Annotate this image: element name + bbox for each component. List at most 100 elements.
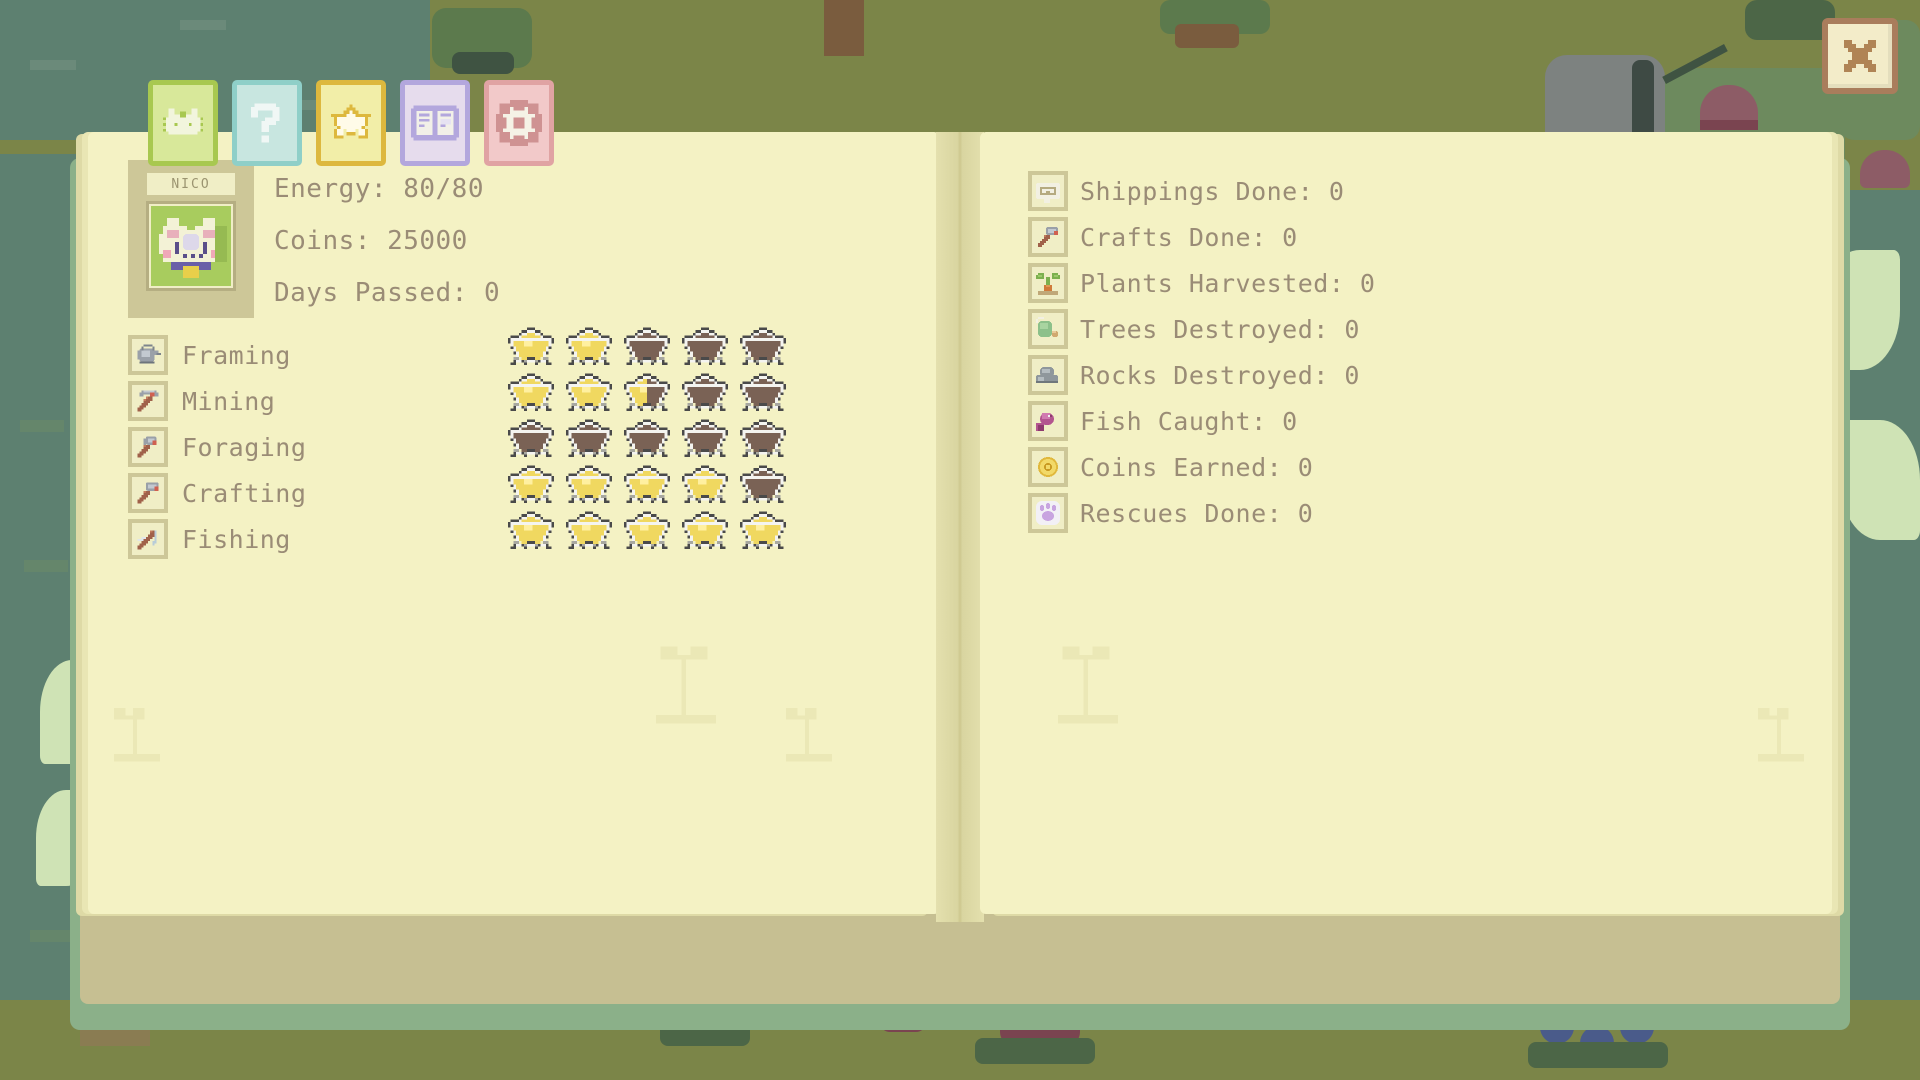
skill-row-framing[interactable]: Framing: [128, 332, 306, 378]
fish-icon: [1036, 413, 1054, 431]
bunny-avatar-icon: [151, 206, 231, 286]
skill-label-foraging: Foraging: [182, 432, 307, 462]
tree-trunk-top: [824, 0, 864, 56]
record-label-rescues-done: Rescues Done: 0: [1080, 498, 1314, 528]
skill-row-fishing[interactable]: Fishing: [128, 516, 306, 562]
sprout-decoration-right-2: [1758, 708, 1804, 762]
star-1: [508, 419, 554, 463]
record-label-coins-earned: Coins Earned: 0: [1080, 452, 1314, 482]
book-left-page: NICO Energy: 80/80 Coins: 25000 Days Pas…: [88, 132, 940, 914]
star-rating-glyph: [740, 511, 786, 550]
bush-bottom-3: [1528, 1042, 1668, 1068]
star-3: [624, 465, 670, 509]
skill-row-mining[interactable]: Mining: [128, 378, 306, 424]
star-rating-glyph: [508, 419, 554, 458]
star-3: [624, 373, 670, 417]
star-rating-glyph: [740, 465, 786, 504]
record-icon-frame: [1028, 401, 1068, 441]
star-2: [566, 419, 612, 463]
paw-icon: [1036, 501, 1060, 525]
skill-icon-frame: [128, 519, 168, 559]
book-right-page: Shippings Done: 0 Crafts Done: 0 Plants …: [980, 132, 1832, 914]
watering-can-icon: [137, 344, 161, 364]
star-rating-glyph: [624, 327, 670, 366]
character-card-inner: NICO: [135, 167, 247, 311]
character-portrait: [146, 201, 236, 291]
skill-label-mining: Mining: [182, 386, 276, 416]
record-row-coins-earned[interactable]: Coins Earned: 0: [1028, 444, 1375, 490]
sprout-icon: [1036, 273, 1060, 295]
record-row-shippings-done[interactable]: Shippings Done: 0: [1028, 168, 1375, 214]
star-5: [740, 465, 786, 509]
star-2: [566, 373, 612, 417]
star-row-foraging: [508, 418, 786, 464]
skill-row-foraging[interactable]: Foraging: [128, 424, 306, 470]
record-row-plants-harvested[interactable]: Plants Harvested: 0: [1028, 260, 1375, 306]
record-label-trees-destroyed: Trees Destroyed: 0: [1080, 314, 1360, 344]
star-5: [740, 511, 786, 555]
star-2: [566, 465, 612, 509]
tab-bar: [148, 80, 554, 166]
star-rating-glyph: [624, 419, 670, 458]
gear-icon: [496, 100, 542, 146]
star-3: [624, 511, 670, 555]
flower-heart-1-outline: [1700, 120, 1758, 130]
record-row-rescues-done[interactable]: Rescues Done: 0: [1028, 490, 1375, 536]
leaf-right-2: [1840, 420, 1920, 540]
player-stats-list: Energy: 80/80 Coins: 25000 Days Passed: …: [274, 176, 500, 332]
tab-journal[interactable]: [400, 80, 470, 166]
record-row-fish-caught[interactable]: Fish Caught: 0: [1028, 398, 1375, 444]
water-speckle-1: [20, 420, 64, 432]
player-stat-energy: Energy: 80/80: [274, 174, 484, 204]
open-book-icon: [411, 105, 459, 141]
star-rating-glyph: [740, 373, 786, 412]
log-top: [1175, 24, 1239, 48]
star-icon: [331, 104, 371, 139]
skill-icon-frame: [128, 427, 168, 467]
star-3: [624, 327, 670, 371]
close-button[interactable]: [1822, 18, 1898, 94]
star-4: [682, 327, 728, 371]
skill-row-crafting[interactable]: Crafting: [128, 470, 306, 516]
star-rating-glyph: [682, 373, 728, 412]
tab-achievements[interactable]: [316, 80, 386, 166]
skill-star-grid: [508, 326, 786, 556]
stats-book-panel: NICO Energy: 80/80 Coins: 25000 Days Pas…: [70, 132, 1850, 1030]
character-card[interactable]: NICO: [128, 160, 254, 318]
book-spine: [936, 132, 984, 922]
star-rating-glyph: [566, 419, 612, 458]
star-1: [508, 327, 554, 371]
pond-ripple-2: [180, 20, 226, 30]
record-row-trees-destroyed[interactable]: Trees Destroyed: 0: [1028, 306, 1375, 352]
hammer-icon: [137, 482, 159, 504]
record-row-rocks-destroyed[interactable]: Rocks Destroyed: 0: [1028, 352, 1375, 398]
record-label-crafts-done: Crafts Done: 0: [1080, 222, 1298, 252]
record-icon-frame: [1028, 493, 1068, 533]
skill-label-fishing: Fishing: [182, 524, 291, 554]
water-speckle-2: [24, 560, 68, 572]
rock-icon: [1036, 367, 1058, 383]
bush-bottom-2: [975, 1038, 1095, 1064]
sprout-decoration-right-1: [1058, 646, 1118, 724]
record-icon-frame: [1028, 355, 1068, 395]
tab-settings[interactable]: [484, 80, 554, 166]
record-icon-frame: [1028, 171, 1068, 211]
star-rating-glyph: [624, 511, 670, 550]
record-label-rocks-destroyed: Rocks Destroyed: 0: [1080, 360, 1360, 390]
star-3: [624, 419, 670, 463]
hammer-icon: [1038, 227, 1058, 247]
tab-character[interactable]: [148, 80, 218, 166]
character-name: NICO: [171, 176, 211, 192]
star-rating-glyph: [508, 373, 554, 412]
record-icon-frame: [1028, 447, 1068, 487]
record-row-crafts-done[interactable]: Crafts Done: 0: [1028, 214, 1375, 260]
record-icon-frame: [1028, 309, 1068, 349]
star-rating-glyph: [566, 511, 612, 550]
star-row-crafting: [508, 464, 786, 510]
close-icon: [1844, 40, 1876, 72]
axe-icon: [137, 436, 157, 458]
tab-help[interactable]: [232, 80, 302, 166]
star-rating-glyph: [508, 465, 554, 504]
tree-icon: [1036, 317, 1058, 337]
flower-heart-2: [1860, 150, 1910, 188]
